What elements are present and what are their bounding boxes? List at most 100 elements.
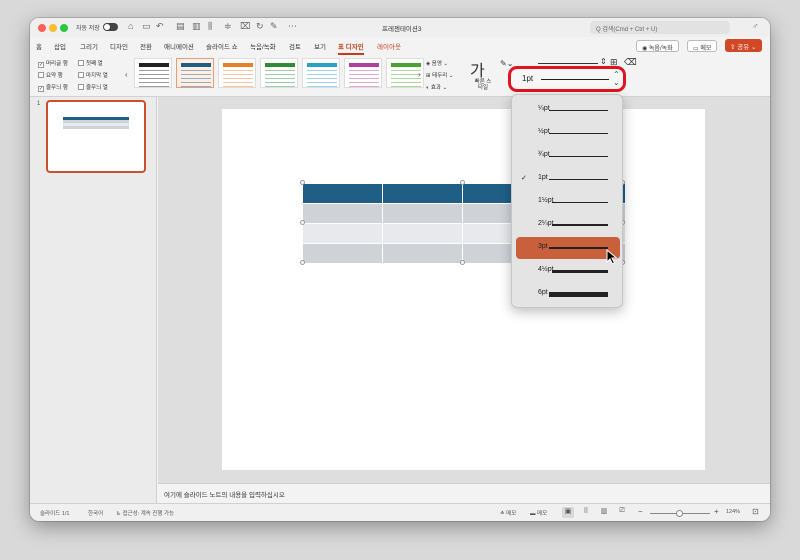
table-cell[interactable] — [303, 244, 382, 263]
fit-slide-icon[interactable]: ⊡ — [752, 507, 759, 516]
tab-home[interactable]: 홈 — [36, 41, 42, 51]
insert-row-icon[interactable]: ≑ — [224, 21, 232, 32]
header-row-checkbox[interactable]: ✓ 머리글 행 — [38, 59, 68, 68]
zoom-in-icon[interactable]: + — [714, 507, 719, 516]
pen-weight-option[interactable]: 4½pt — [516, 260, 620, 282]
resize-handle[interactable] — [300, 220, 305, 225]
slide-sorter-icon[interactable]: ⠿ — [580, 507, 592, 518]
pen-weight-option[interactable]: 1½pt — [516, 191, 620, 213]
table-cell[interactable] — [383, 204, 462, 223]
table-style-option[interactable] — [302, 58, 340, 88]
pen-weight-option[interactable]: ½pt — [516, 122, 620, 144]
undo-icon[interactable]: ↶ — [156, 21, 164, 32]
normal-view-icon[interactable]: ▣ — [562, 507, 574, 518]
resize-handle[interactable] — [460, 260, 465, 265]
table-style-option[interactable] — [344, 58, 382, 88]
tab-table-layout[interactable]: 레이아웃 — [377, 41, 401, 51]
banded-rows-checkbox[interactable]: ✓ 줄무늬 행 — [38, 83, 68, 92]
pen-weight-sample-line — [549, 179, 608, 180]
close-window-button[interactable] — [38, 24, 46, 32]
copy-icon[interactable]: ▤ — [176, 21, 185, 32]
table-style-option[interactable] — [134, 58, 172, 88]
pen-weight-option[interactable]: 2¼pt — [516, 214, 620, 236]
zoom-out-icon[interactable]: − — [638, 507, 643, 516]
autosave-toggle[interactable] — [103, 23, 118, 31]
stepper-chevrons-icon[interactable]: ⌃ ⌄ — [613, 71, 620, 87]
resize-handle[interactable] — [300, 180, 305, 185]
redo-icon[interactable]: ↻ — [256, 21, 264, 32]
comments-toggle[interactable]: ▬ 메모 — [530, 509, 547, 517]
pen-style-line[interactable] — [538, 63, 598, 64]
accessibility-status[interactable]: ♿ 접근성: 계속 진행 가능 — [116, 509, 174, 517]
table-cell[interactable] — [303, 224, 382, 243]
tab-slideshow[interactable]: 슬라이드 쇼 — [206, 41, 238, 51]
tab-animations[interactable]: 애니메이션 — [164, 41, 194, 51]
slide-thumbnail[interactable] — [46, 100, 146, 173]
borders-button[interactable]: ⊞ 테두리 ⌄ — [426, 71, 453, 79]
table-style-option[interactable] — [260, 58, 298, 88]
gallery-next-icon[interactable]: › — [418, 70, 421, 79]
record-button[interactable]: ◉ 녹음/녹화 — [636, 40, 679, 52]
tab-design[interactable]: 디자인 — [110, 41, 128, 51]
shading-button[interactable]: ◈ 음영 ⌄ — [426, 59, 448, 67]
language-status[interactable]: 한국어 — [88, 509, 103, 517]
pen-weight-option[interactable]: 6pt — [516, 283, 620, 305]
resize-handle[interactable] — [300, 260, 305, 265]
checkbox-label: 줄무늬 열 — [86, 85, 108, 91]
tab-transitions[interactable]: 전환 — [140, 41, 152, 51]
pen-icon[interactable]: ✎ — [270, 21, 278, 32]
tab-recording[interactable]: 녹음/녹화 — [250, 41, 276, 51]
table-style-option[interactable] — [218, 58, 256, 88]
paste-icon[interactable]: ▥ — [192, 21, 201, 32]
table-header-cell[interactable] — [303, 184, 382, 203]
notes-pane[interactable]: 여기에 슬라이드 노트의 내용을 입력하십시오 — [158, 483, 770, 503]
resize-handle[interactable] — [460, 180, 465, 185]
eraser-table-icon[interactable]: ⌫ — [624, 57, 637, 68]
tab-draw[interactable]: 그리기 — [80, 41, 98, 51]
effects-button[interactable]: ◐ 효과 ⌄ — [426, 83, 447, 91]
search-input[interactable]: Q 검색(Cmd + Ctrl + U) — [590, 21, 730, 34]
pen-weight-option[interactable]: 3pt — [516, 237, 620, 259]
table-header-cell[interactable] — [383, 184, 462, 203]
checkbox-box: ✓ — [38, 62, 44, 68]
pen-weight-select[interactable]: 1pt ⌃ ⌄ — [508, 66, 626, 92]
tab-view[interactable]: 보기 — [314, 41, 326, 51]
more-icon[interactable]: ⋯ — [288, 21, 297, 32]
pen-weight-option[interactable]: ✓ 1pt — [516, 168, 620, 190]
pen-weight-option[interactable]: ¾pt — [516, 145, 620, 167]
table-cell[interactable] — [383, 244, 462, 263]
zoom-slider-knob[interactable] — [676, 510, 683, 517]
style-row-swatch — [139, 74, 169, 75]
zoom-window-button[interactable] — [60, 24, 68, 32]
table-style-option[interactable] — [176, 58, 214, 88]
tab-table-design[interactable]: 표 디자인 — [338, 41, 364, 55]
total-row-checkbox[interactable]: 요약 행 — [38, 71, 63, 79]
quick-styles-icon[interactable]: 가 — [470, 57, 485, 81]
table-cell[interactable] — [383, 224, 462, 243]
pen-weight-option[interactable]: ¼pt — [516, 99, 620, 121]
minimize-window-button[interactable] — [49, 24, 57, 32]
insert-column-icon[interactable]: ⫼ — [208, 21, 212, 32]
first-column-checkbox[interactable]: 첫째 열 — [78, 59, 103, 67]
slideshow-icon[interactable]: ⎚ — [616, 507, 628, 518]
share-button[interactable]: ⇪ 공유 ⌄ — [725, 39, 762, 52]
zoom-level[interactable]: 124% — [726, 509, 740, 515]
collab-icon[interactable]: ♂ — [752, 21, 759, 31]
slide[interactable] — [222, 109, 705, 470]
table-cell[interactable] — [303, 204, 382, 223]
comments-button[interactable]: ▭ 메모 — [687, 40, 718, 52]
save-icon[interactable]: ▭ — [142, 21, 151, 32]
pen-style-stepper-icon[interactable]: ⇕ — [600, 57, 607, 66]
tab-review[interactable]: 검토 — [289, 41, 301, 51]
notes-toggle[interactable]: ≛ 메모 — [500, 509, 516, 517]
quick-styles-label[interactable]: 빠른 스타일 — [474, 79, 492, 91]
banded-columns-checkbox[interactable]: 줄무늬 열 — [78, 83, 108, 91]
last-column-checkbox[interactable]: 마지막 열 — [78, 71, 108, 79]
gallery-prev-icon[interactable]: ‹ — [125, 70, 128, 79]
reading-view-icon[interactable]: ▥ — [598, 507, 610, 518]
tab-insert[interactable]: 삽입 — [54, 41, 66, 51]
eraser-icon[interactable]: ⌧ — [240, 21, 250, 32]
home-icon[interactable]: ⌂ — [128, 21, 133, 31]
style-header-swatch — [391, 63, 421, 67]
ribbon-tabs: 홈 삽입 그리기 디자인 전환 애니메이션 슬라이드 쇼 녹음/녹화 검토 보기… — [30, 37, 770, 55]
